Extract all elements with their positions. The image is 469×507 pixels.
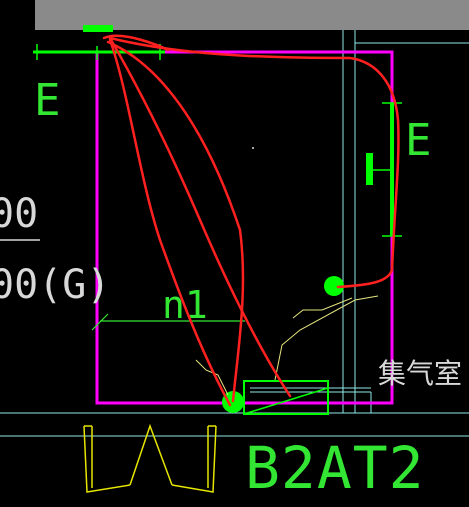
red-markup-strokes [102,34,400,407]
top-green-marker [83,25,113,32]
e-left-label: E [34,75,61,126]
cad-drawing-canvas: n1 E E 00 00(G) 集气室 B2AT2 [0,0,469,507]
bottom-component-box [243,380,329,415]
fraction-top: 00 [0,191,38,237]
magenta-room-outline [95,50,394,405]
e-right-label: E [405,115,432,166]
cad-drawing: n1 E E 00 00(G) 集气室 B2AT2 [0,0,469,502]
center-dot [252,147,254,149]
fraction-bottom: 00(G) [0,262,110,308]
jiqishi-label: 集气室 [378,357,462,390]
right-green-marker [366,153,373,185]
b2at2-label: B2AT2 [245,434,425,502]
